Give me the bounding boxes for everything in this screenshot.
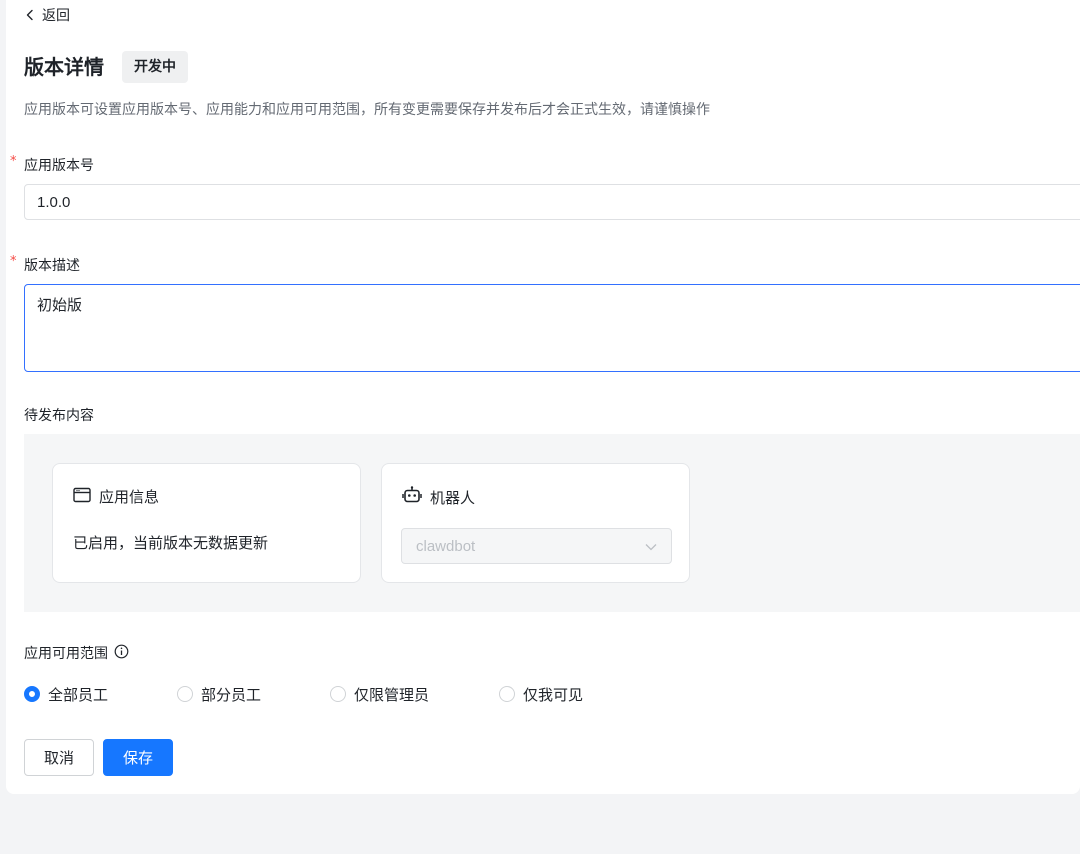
bot-select-value: clawdbot: [416, 537, 476, 555]
radio-circle: [177, 686, 193, 702]
bot-title: 机器人: [430, 488, 476, 507]
bot-card: 机器人 clawdbot: [381, 463, 690, 583]
radio-label: 仅我可见: [523, 685, 584, 704]
radio-all-staff[interactable]: 全部员工: [24, 684, 177, 705]
cancel-button[interactable]: 取消: [24, 739, 94, 776]
app-info-title: 应用信息: [99, 488, 160, 506]
radio-circle-checked: [24, 686, 40, 702]
bot-select[interactable]: clawdbot: [401, 528, 672, 564]
radio-label: 仅限管理员: [354, 685, 430, 704]
version-number-label: 应用版本号: [24, 158, 94, 174]
version-description-textarea[interactable]: 初始版: [24, 284, 1080, 372]
info-icon[interactable]: [114, 644, 129, 663]
scope-radio-group: 全部员工 部分员工 仅限管理员 仅我可见: [24, 683, 583, 705]
page-title: 版本详情: [24, 55, 104, 79]
chevron-left-icon: [24, 9, 36, 21]
status-badge: 开发中: [122, 51, 188, 83]
page-description: 应用版本可设置应用版本号、应用能力和应用可用范围，所有变更需要保存并发布后才会正…: [24, 102, 710, 118]
scope-label: 应用可用范围: [24, 646, 108, 662]
chevron-down-icon: [645, 538, 657, 555]
save-button[interactable]: 保存: [103, 739, 173, 776]
required-mark: *: [10, 254, 17, 269]
pending-content-label: 待发布内容: [24, 408, 94, 424]
radio-admins-only[interactable]: 仅限管理员: [330, 684, 499, 705]
app-info-status: 已启用，当前版本无数据更新: [73, 534, 269, 552]
radio-label: 部分员工: [201, 685, 262, 704]
version-number-value: 1.0.0: [37, 193, 71, 211]
window-icon: [73, 487, 91, 507]
radio-circle: [499, 686, 515, 702]
radio-circle: [330, 686, 346, 702]
version-description-label: 版本描述: [24, 258, 80, 274]
radio-some-staff[interactable]: 部分员工: [177, 684, 330, 705]
radio-label: 全部员工: [48, 685, 109, 704]
version-detail-panel: [6, 0, 1080, 794]
back-label: 返回: [42, 8, 70, 24]
version-description-value: 初始版: [37, 296, 83, 314]
required-mark: *: [10, 154, 17, 169]
radio-only-me[interactable]: 仅我可见: [499, 684, 583, 705]
scope-label-row: 应用可用范围: [24, 643, 129, 663]
version-number-input[interactable]: 1.0.0: [24, 184, 1080, 220]
app-info-card: 应用信息 已启用，当前版本无数据更新: [52, 463, 361, 583]
back-link[interactable]: 返回: [24, 5, 70, 25]
robot-icon: [402, 486, 422, 508]
